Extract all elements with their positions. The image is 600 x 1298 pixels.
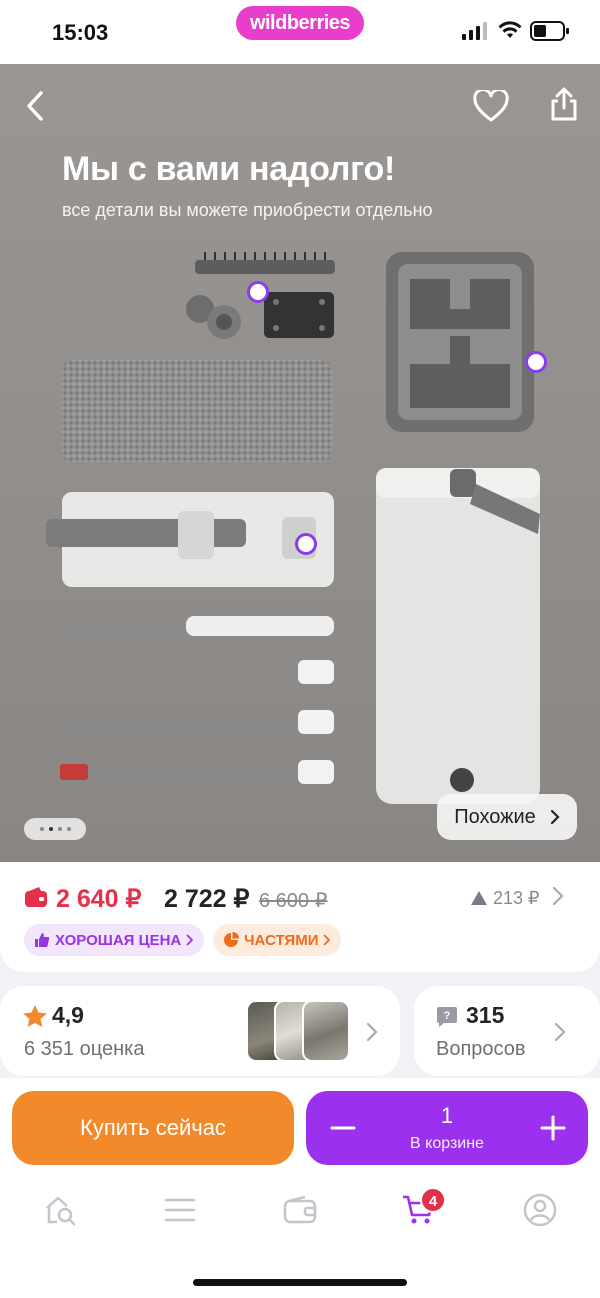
tab-catalog[interactable] xyxy=(158,1188,202,1232)
question-icon: ? xyxy=(437,1007,457,1027)
hero-title: Мы с вами надолго! xyxy=(62,150,395,188)
signal-icon xyxy=(462,22,487,40)
buy-now-button[interactable]: Купить сейчас xyxy=(12,1091,294,1165)
hotspot-marker[interactable] xyxy=(525,351,547,373)
heart-icon xyxy=(473,90,509,122)
pager-dot xyxy=(57,827,62,831)
brand-logo: wildberries xyxy=(236,6,364,40)
pager-dot xyxy=(39,827,44,831)
home-search-icon xyxy=(46,1196,76,1226)
triangle-up-icon xyxy=(471,891,487,905)
svg-text:?: ? xyxy=(444,1010,451,1022)
profile-icon xyxy=(523,1193,557,1227)
wifi-icon xyxy=(498,21,522,38)
tab-home[interactable] xyxy=(38,1188,82,1232)
bottom-panel: Купить сейчас 1 В корзине xyxy=(0,1078,600,1298)
rating-card[interactable]: 4,9 6 351 оценка xyxy=(0,986,400,1076)
star-icon xyxy=(23,1005,47,1027)
chevron-right-icon xyxy=(186,934,194,946)
cart-quantity-control: 1 В корзине xyxy=(306,1091,588,1165)
good-price-label: ХОРОШАЯ ЦЕНА xyxy=(55,931,182,949)
pager-dot-active xyxy=(48,827,53,831)
rating-count: 6 351 оценка xyxy=(24,1038,145,1060)
tab-wallet[interactable] xyxy=(278,1188,322,1232)
status-bar: 15:03 wildberries xyxy=(0,0,600,64)
chevron-right-icon[interactable] xyxy=(552,886,564,906)
review-photos[interactable] xyxy=(246,1000,356,1062)
chevron-right-icon xyxy=(550,809,560,825)
plus-button[interactable] xyxy=(538,1113,568,1143)
old-price: 6 600 ₽ xyxy=(259,890,328,912)
questions-card[interactable]: ? 315 Вопросов xyxy=(414,986,600,1076)
similar-label: Похожие xyxy=(454,805,536,828)
price-card: 2 640 ₽ 2 722 ₽ 6 600 ₽ 213 ₽ ХОРОШАЯ ЦЕ… xyxy=(0,862,600,972)
pie-chart-icon xyxy=(224,932,239,947)
cart-count-badge: 4 xyxy=(420,1187,446,1213)
questions-count: 315 xyxy=(466,1002,505,1028)
menu-icon xyxy=(164,1198,196,1222)
chevron-right-icon xyxy=(554,1022,566,1042)
hero-subtitle: все детали вы можете приобрести отдельно xyxy=(62,200,433,220)
gallery-pager xyxy=(24,818,86,840)
installments-label: ЧАСТЯМИ xyxy=(244,931,319,949)
rating-value: 4,9 xyxy=(52,1002,84,1028)
wallet-icon xyxy=(25,887,47,907)
thumbs-up-icon xyxy=(35,933,50,947)
share-icon xyxy=(551,87,577,121)
product-gallery[interactable]: Мы с вами надолго! все детали вы можете … xyxy=(0,64,600,864)
favorite-button[interactable] xyxy=(469,84,513,128)
questions-label: Вопросов xyxy=(436,1038,526,1060)
chevron-right-icon xyxy=(366,1022,378,1042)
home-indicator xyxy=(193,1279,407,1286)
review-photo[interactable] xyxy=(302,1000,350,1062)
battery-icon xyxy=(530,21,569,41)
wallet-icon xyxy=(283,1196,317,1224)
installments-badge[interactable]: ЧАСТЯМИ xyxy=(213,924,342,956)
similar-button[interactable]: Похожие xyxy=(437,794,577,840)
hotspot-marker[interactable] xyxy=(247,281,269,303)
price-drop[interactable]: 213 ₽ xyxy=(493,888,540,909)
hotspot-marker[interactable] xyxy=(295,533,317,555)
wallet-price: 2 640 ₽ xyxy=(56,885,142,913)
tab-profile[interactable] xyxy=(518,1188,562,1232)
current-price: 2 722 ₽ xyxy=(164,885,250,913)
back-button[interactable] xyxy=(14,84,58,128)
share-button[interactable] xyxy=(542,82,586,126)
pager-dot xyxy=(66,827,71,831)
chevron-left-icon xyxy=(27,91,43,121)
good-price-badge[interactable]: ХОРОШАЯ ЦЕНА xyxy=(24,924,205,956)
status-time: 15:03 xyxy=(52,20,109,45)
chevron-right-icon xyxy=(323,934,331,946)
